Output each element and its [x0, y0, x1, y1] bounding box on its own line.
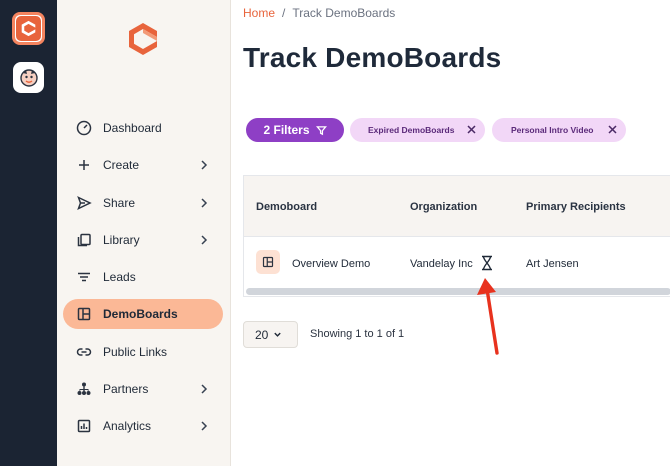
sidebar-item-library[interactable]: Library	[63, 225, 223, 255]
sidebar-item-label: Create	[103, 158, 140, 172]
column-header-primary-recipients[interactable]: Primary Recipients	[526, 201, 626, 213]
sidebar-item-label: Analytics	[103, 419, 152, 433]
chevron-right-icon	[201, 198, 208, 208]
demoboard-name-link[interactable]: Overview Demo	[292, 258, 370, 270]
sidebar: Dashboard Create Share Library Leads Dem…	[57, 0, 231, 466]
sidebar-item-label: DemoBoards	[103, 307, 178, 321]
annotation-arrow-icon	[477, 278, 499, 355]
table-row[interactable]: Overview Demo Vandelay Inc Art Jensen	[244, 238, 670, 286]
column-header-demoboard[interactable]: Demoboard	[256, 201, 317, 213]
sidebar-item-create[interactable]: Create	[63, 150, 223, 180]
plus-icon	[79, 160, 89, 170]
chevron-right-icon	[201, 160, 208, 170]
chevron-right-icon	[201, 235, 208, 245]
chevron-right-icon	[201, 421, 208, 431]
sidebar-item-label: Share	[103, 196, 136, 210]
send-icon	[77, 196, 92, 210]
close-icon[interactable]	[607, 124, 618, 135]
primary-recipient: Art Jensen	[526, 258, 579, 270]
demoboard-thumbnail	[256, 250, 280, 274]
sidebar-item-label: Leads	[103, 270, 136, 284]
sidebar-item-label: Library	[103, 233, 140, 247]
organization-name: Vandelay Inc	[410, 258, 473, 270]
filter-funnel-icon	[315, 125, 327, 135]
sidebar-item-demoboards[interactable]: DemoBoards	[63, 299, 223, 329]
sidebar-item-leads[interactable]: Leads	[63, 262, 223, 292]
table-header: Demoboard Organization Primary Recipient…	[244, 176, 670, 237]
sidebar-item-dashboard[interactable]: Dashboard	[63, 113, 223, 143]
sidebar-item-label: Public Links	[103, 345, 168, 359]
link-icon	[76, 348, 92, 356]
lines-icon	[78, 272, 90, 282]
gauge-icon	[76, 120, 92, 136]
filters-button[interactable]: 2 Filters	[246, 118, 344, 142]
app-rail	[0, 0, 57, 466]
sidebar-item-label: Dashboard	[103, 121, 162, 135]
sidebar-item-label: Partners	[103, 382, 149, 396]
hourglass-icon[interactable]	[480, 255, 494, 271]
brand-app-icon	[16, 16, 41, 41]
close-icon[interactable]	[466, 124, 477, 135]
chevron-down-icon	[274, 332, 282, 337]
chevron-right-icon	[201, 384, 208, 394]
mascot-app-icon	[19, 68, 38, 87]
library-icon	[77, 233, 91, 247]
sidebar-item-analytics[interactable]: Analytics	[63, 411, 223, 441]
breadcrumb-current: Track DemoBoards	[292, 6, 396, 20]
filter-chip-label: Personal Intro Video	[511, 125, 594, 135]
board-icon	[262, 256, 274, 268]
page-title: Track DemoBoards	[243, 42, 502, 73]
analytics-icon	[77, 419, 91, 433]
breadcrumb-separator: /	[282, 6, 286, 20]
sidebar-item-share[interactable]: Share	[63, 188, 223, 218]
filter-chip-label: Expired DemoBoards	[368, 125, 455, 135]
horizontal-scrollbar[interactable]	[246, 288, 670, 295]
filter-chip-personal-intro-video: Personal Intro Video	[492, 118, 626, 142]
filters-button-label: 2 Filters	[263, 123, 310, 137]
partners-icon	[77, 382, 91, 395]
breadcrumb-home-link[interactable]: Home	[243, 6, 275, 20]
brand-logo-icon[interactable]	[126, 22, 160, 56]
sidebar-item-partners[interactable]: Partners	[63, 374, 223, 404]
app-switcher-brand[interactable]	[12, 12, 45, 45]
filter-chip-expired-demoboards: Expired DemoBoards	[350, 118, 485, 142]
column-header-organization[interactable]: Organization	[410, 201, 477, 213]
pagination-summary: Showing 1 to 1 of 1	[310, 328, 405, 340]
page-size-select[interactable]: 20	[243, 321, 298, 348]
page-size-value: 20	[255, 327, 269, 342]
app-switcher-secondary[interactable]	[13, 62, 44, 93]
board-icon	[77, 307, 91, 321]
sidebar-item-public-links[interactable]: Public Links	[63, 337, 223, 367]
breadcrumb: Home / Track DemoBoards	[243, 6, 395, 20]
demoboards-table: Demoboard Organization Primary Recipient…	[243, 175, 670, 297]
